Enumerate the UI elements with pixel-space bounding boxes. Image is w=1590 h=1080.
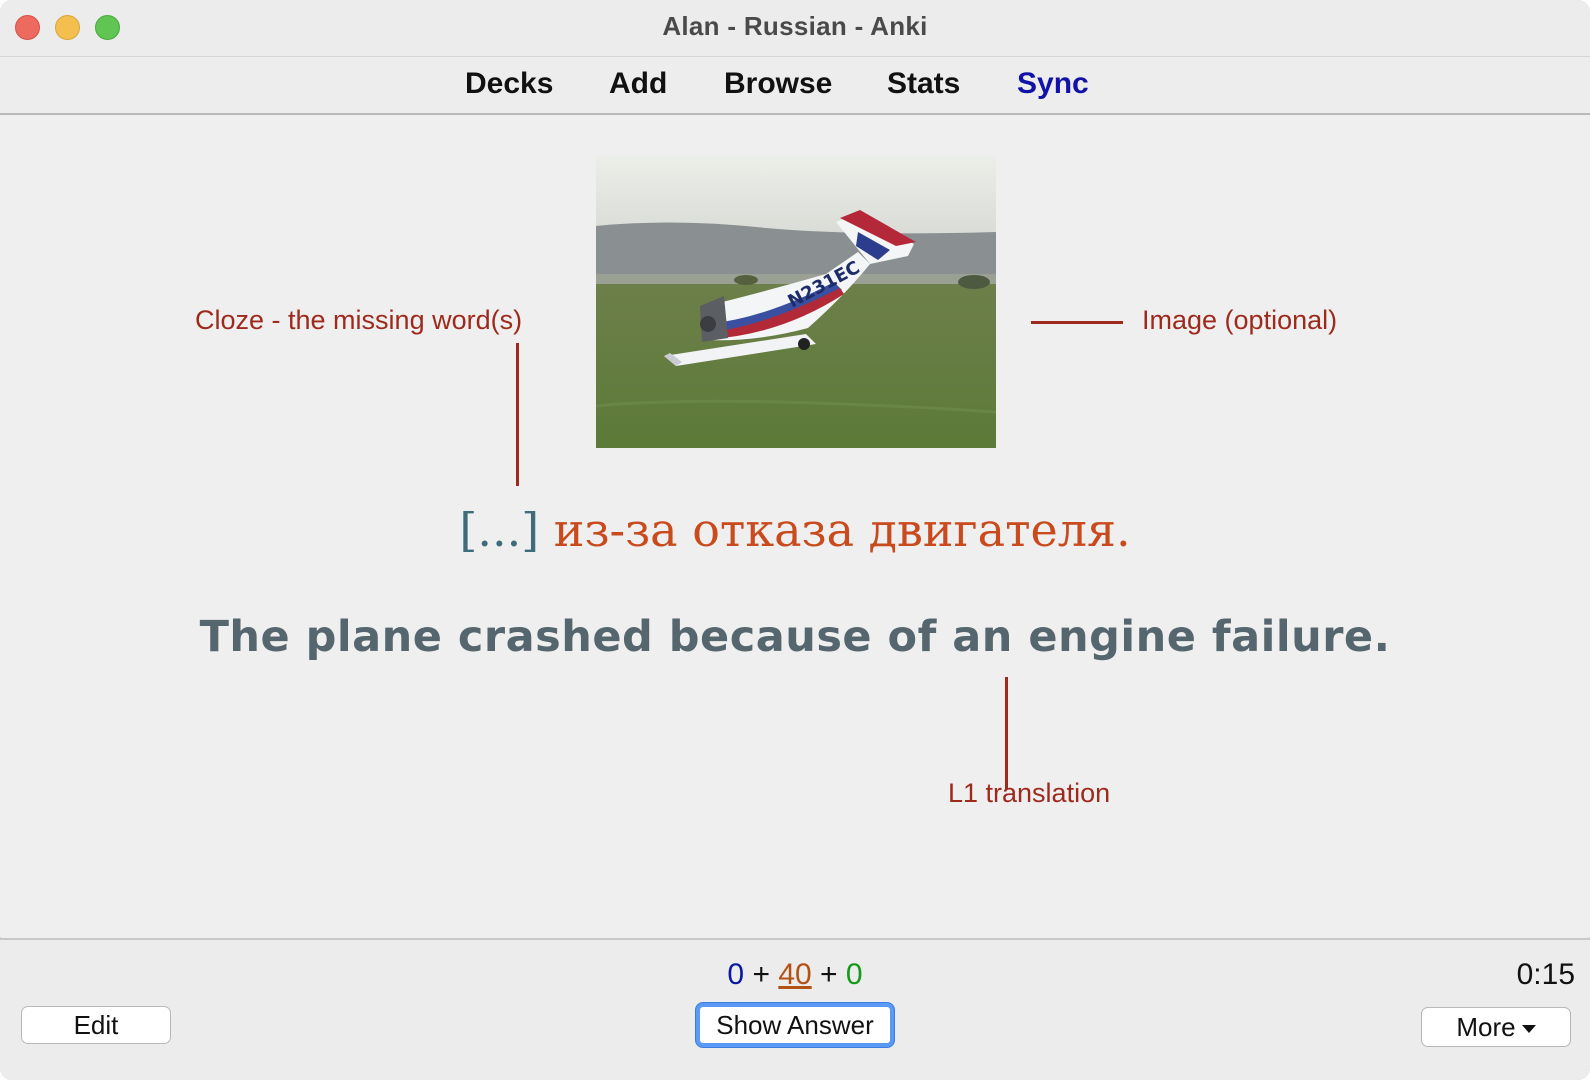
toolbar-browse[interactable]: Browse — [724, 67, 832, 101]
learning-count: 40 — [778, 958, 812, 991]
image-annotation: Image (optional) — [1142, 305, 1338, 335]
cloze-sentence: [...] из-за отказа двигателя. — [0, 503, 1590, 557]
due-counts: 0 + 40 + 0 — [0, 958, 1590, 992]
toolbar-decks[interactable]: Decks — [465, 67, 553, 101]
show-answer-button[interactable]: Show Answer — [696, 1003, 894, 1047]
count-separator: + — [744, 958, 779, 991]
more-button[interactable]: More — [1421, 1007, 1571, 1047]
cloze-annotation-line — [516, 343, 519, 486]
chevron-down-icon — [1521, 1025, 1536, 1034]
card-content: N231EC Cloze - the missing word(s) Image… — [0, 115, 1590, 937]
new-count: 0 — [727, 958, 745, 991]
sentence-text: из-за отказа двигателя. — [539, 503, 1131, 557]
crashed-plane-image: N231EC — [596, 156, 996, 448]
toolbar-stats[interactable]: Stats — [887, 67, 960, 101]
count-separator: + — [811, 958, 846, 991]
cloze-marker: [...] — [459, 503, 540, 557]
toolbar-add[interactable]: Add — [609, 67, 667, 101]
window-title: Alan - Russian - Anki — [662, 11, 928, 41]
bottom-bar: 0 + 40 + 0 0:15 Edit Show Answer More — [0, 938, 1590, 1080]
timer: 0:15 — [1516, 958, 1575, 991]
translation-sentence: The plane crashed because of an engine f… — [199, 612, 1391, 662]
translation-annotation-line — [1005, 677, 1008, 789]
title-bar: Alan - Russian - Anki — [0, 0, 1590, 57]
cloze-annotation: Cloze - the missing word(s) — [195, 305, 523, 335]
image-annotation-line — [1031, 321, 1123, 324]
translation-annotation: L1 translation — [948, 778, 1111, 808]
edit-button[interactable]: Edit — [21, 1006, 171, 1044]
anki-window: Alan - Russian - Anki Decks Add Browse S… — [0, 0, 1590, 1080]
toolbar-sync[interactable]: Sync — [1017, 67, 1089, 101]
card-image: N231EC — [596, 156, 996, 448]
more-label: More — [1456, 1012, 1516, 1042]
review-count: 0 — [845, 958, 863, 991]
main-toolbar: Decks Add Browse Stats Sync — [0, 57, 1590, 115]
